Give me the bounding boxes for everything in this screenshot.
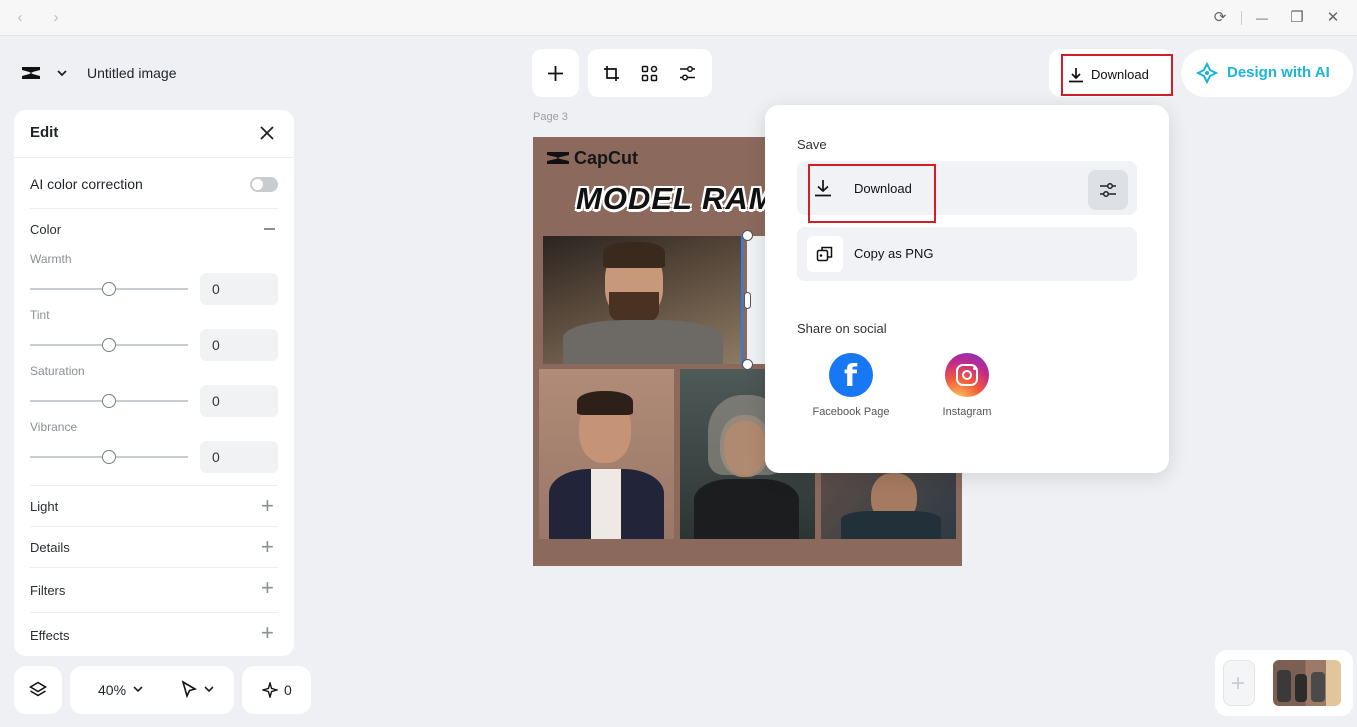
project-title[interactable]: Untitled image <box>87 65 177 81</box>
slider-saturation: Saturation 0 <box>30 364 280 420</box>
remove-background-icon[interactable] <box>641 65 658 82</box>
layers-button[interactable] <box>14 666 62 714</box>
download-menu: Save Download Copy as PNG Share on socia… <box>765 105 1169 473</box>
section-details[interactable]: Details + <box>30 527 278 567</box>
page-thumbnail[interactable] <box>1273 660 1341 706</box>
section-label: Details <box>30 540 70 555</box>
ai-design-icon <box>1196 62 1218 84</box>
slider-value-input[interactable]: 0 <box>200 329 278 361</box>
magic-button[interactable]: 0 <box>242 666 311 714</box>
plus-icon <box>548 66 563 81</box>
slider-vibrance: Vibrance 0 <box>30 420 280 476</box>
magic-count: 0 <box>284 682 292 698</box>
slider-label: Saturation <box>30 364 85 378</box>
share-heading: Share on social <box>797 321 887 336</box>
expand-icon[interactable]: + <box>261 495 274 517</box>
slider-tint: Tint 0 <box>30 308 280 364</box>
resize-handle[interactable] <box>742 230 753 241</box>
forward-icon[interactable]: › <box>44 0 68 36</box>
edit-panel: Edit AI color correction Color Warmth 0 … <box>14 110 294 656</box>
photo-tile[interactable] <box>539 369 674 539</box>
copy-as-png-label: Copy as PNG <box>854 246 934 261</box>
save-heading: Save <box>797 137 827 152</box>
zoom-level[interactable]: 40% <box>98 682 126 698</box>
zoom-controls: 40% <box>70 666 234 714</box>
facebook-label[interactable]: Facebook Page <box>809 406 893 419</box>
section-label: Effects <box>30 628 70 643</box>
image-tools <box>588 49 712 97</box>
copy-as-png-option[interactable]: Copy as PNG <box>797 227 1137 281</box>
slider-value-input[interactable]: 0 <box>200 385 278 417</box>
slider-handle[interactable] <box>102 338 116 352</box>
download-label: Download <box>1091 67 1149 82</box>
section-light[interactable]: Light + <box>30 486 278 526</box>
photo-tile[interactable] <box>821 467 956 539</box>
download-button[interactable]: Download <box>1061 54 1173 96</box>
restore-icon[interactable]: ❐ <box>1285 0 1309 36</box>
slider-handle[interactable] <box>102 450 116 464</box>
slider-value-input[interactable]: 0 <box>200 441 278 473</box>
pages-panel: + <box>1215 650 1353 716</box>
close-icon[interactable]: ✕ <box>1321 0 1345 36</box>
crop-icon[interactable] <box>603 65 620 82</box>
instagram-label[interactable]: Instagram <box>927 406 1007 419</box>
ai-color-correction-label: AI color correction <box>30 176 143 192</box>
slider-value-input[interactable]: 0 <box>200 273 278 305</box>
divider <box>1241 11 1242 25</box>
zoom-chevron-icon[interactable] <box>133 685 143 693</box>
settings-sliders-icon <box>1100 182 1116 198</box>
project-header: Untitled image <box>10 52 196 94</box>
instagram-icon[interactable] <box>945 353 989 397</box>
color-section-label: Color <box>30 222 62 237</box>
capcut-brand-icon <box>547 152 569 164</box>
facebook-icon[interactable]: f <box>829 353 873 397</box>
download-settings-button[interactable] <box>1088 170 1128 210</box>
sparkle-icon <box>262 682 278 698</box>
slider-handle[interactable] <box>102 394 116 408</box>
section-label: Light <box>30 499 59 514</box>
pointer-icon[interactable] <box>180 680 198 698</box>
edit-title: Edit <box>30 124 59 141</box>
slider-warmth: Warmth 0 <box>30 252 280 308</box>
pointer-chevron-icon[interactable] <box>204 685 214 693</box>
expand-icon[interactable]: + <box>261 536 274 558</box>
back-icon[interactable]: ‹ <box>8 0 32 36</box>
add-page-button[interactable]: + <box>1223 660 1255 706</box>
design-with-ai-button[interactable]: Design with AI <box>1181 49 1353 97</box>
minimize-icon[interactable]: — <box>1250 0 1274 36</box>
page-label: Page 3 <box>533 111 568 123</box>
add-element-button[interactable] <box>532 49 579 97</box>
copy-icon <box>807 236 843 272</box>
slider-label: Tint <box>30 308 50 322</box>
close-panel-icon[interactable] <box>259 125 275 141</box>
design-with-ai-label: Design with AI <box>1227 64 1330 81</box>
slider-label: Vibrance <box>30 420 78 434</box>
section-label: Filters <box>30 583 66 598</box>
section-effects[interactable]: Effects + <box>30 614 278 656</box>
download-option-highlight <box>808 164 936 223</box>
reload-icon[interactable]: ⟳ <box>1208 0 1232 36</box>
download-icon <box>1069 68 1083 83</box>
selection-outline <box>741 235 743 365</box>
expand-icon[interactable]: + <box>261 577 274 599</box>
capcut-logo-icon <box>22 67 40 79</box>
resize-handle[interactable] <box>744 292 751 309</box>
slider-label: Warmth <box>30 252 72 266</box>
expand-icon[interactable]: + <box>261 622 274 644</box>
ai-color-correction-toggle[interactable] <box>250 177 278 192</box>
window-titlebar: ‹ › ⟳ — ❐ ✕ <box>0 0 1357 36</box>
brand-text: CapCut <box>574 148 638 168</box>
collapse-icon[interactable] <box>264 228 275 230</box>
adjust-icon[interactable] <box>679 65 696 82</box>
section-filters[interactable]: Filters + <box>30 569 278 611</box>
slider-handle[interactable] <box>102 282 116 296</box>
chevron-down-icon[interactable] <box>56 68 68 78</box>
photo-tile[interactable] <box>543 236 741 364</box>
plus-icon: + <box>1231 670 1246 697</box>
layers-icon <box>29 681 47 697</box>
